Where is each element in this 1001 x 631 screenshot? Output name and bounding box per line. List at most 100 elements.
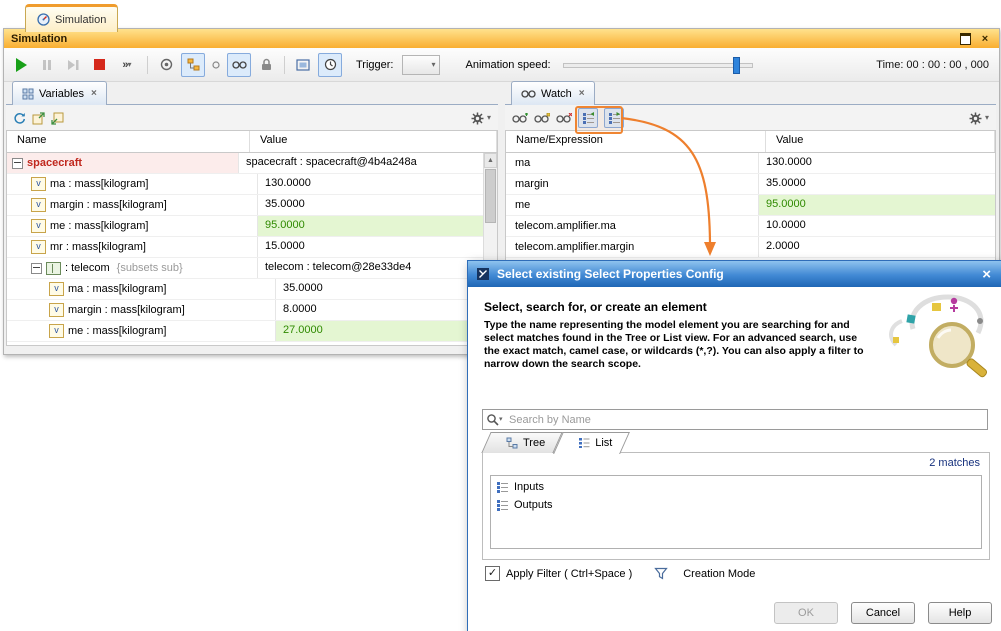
variables-panel: Variables × ▾ Name Val [6,80,498,346]
table-row[interactable]: vma : mass[kilogram]35.0000 [7,279,484,300]
lock-icon[interactable] [255,54,277,76]
list-item[interactable]: Inputs [491,478,981,496]
column-header-value[interactable]: Value [766,131,995,152]
variables-icon [22,88,34,100]
value-cell: 95.0000 [258,216,484,236]
tab-simulation[interactable]: Simulation [25,4,118,32]
properties-config-icon [496,499,509,512]
screen: Simulation Simulation × »▾ [0,0,1001,631]
panel-title: Simulation [11,33,67,45]
time-display: Time: 00 : 00 : 00 , 000 [876,59,993,71]
table-row[interactable]: me95.0000 [506,195,995,216]
table-row[interactable]: margin35.0000 [506,174,995,195]
value-property-icon: v [31,177,46,191]
column-header-name-expression[interactable]: Name/Expression [506,131,766,152]
table-row[interactable]: vma : mass[kilogram]130.0000 [7,174,484,195]
creation-mode-label: Creation Mode [683,568,755,580]
table-row[interactable]: telecom.amplifier.ma10.0000 [506,216,995,237]
row-label: telecom.amplifier.margin [515,238,634,257]
row-label: : telecom [65,259,110,278]
close-tab-icon[interactable]: × [91,88,97,99]
row-label: margin [515,175,549,194]
animation-speed-slider[interactable] [563,57,753,73]
table-row[interactable]: vmr : mass[kilogram]15.0000 [7,237,484,258]
remove-watch-button[interactable] [556,113,572,124]
watch-view-button[interactable] [227,53,251,77]
refresh-button[interactable] [13,112,26,125]
tree-icon [506,437,518,449]
animation-record-icon[interactable] [292,54,314,76]
dialog-icon [476,267,490,281]
value-cell: 2.0000 [759,237,995,257]
clock-button[interactable] [318,53,342,77]
collapse-icon[interactable] [12,158,23,169]
table-row[interactable]: spacecraftspacecraft : spacecraft@4b4a24… [7,153,484,174]
float-window-icon[interactable] [958,32,972,46]
simulation-header: Simulation × [4,29,999,48]
pause-button[interactable] [36,54,58,76]
toolbar-overflow-button[interactable]: »▾ [114,54,140,76]
value-cell: 35.0000 [276,279,484,299]
close-icon[interactable]: × [978,32,992,46]
table-row[interactable]: telecom.amplifier.margin 2.0000 [506,237,995,258]
tab-watch[interactable]: Watch × [511,81,595,105]
scrollbar-up-button[interactable]: ▲ [484,153,497,168]
variables-tab-bar: Variables × [6,80,498,105]
filter-icon[interactable] [654,567,668,580]
gear-caret-icon[interactable]: ▾ [985,114,989,122]
slider-thumb[interactable] [733,57,740,74]
tab-label: Variables [39,88,84,100]
table-row[interactable]: vme : mass[kilogram]27.0000 [7,321,484,342]
step-button[interactable] [62,54,84,76]
properties-config-icon [496,481,509,494]
search-options-caret-icon[interactable]: ▾ [499,415,503,423]
help-button[interactable]: Help [928,602,992,624]
column-header-value[interactable]: Value [250,131,497,152]
dialog-results-list[interactable]: Inputs Outputs [490,475,982,549]
cancel-button[interactable]: Cancel [851,602,915,624]
collapse-icon[interactable] [31,263,42,274]
gear-icon[interactable] [969,112,982,125]
select-properties-config-dialog: Select existing Select Properties Config… [467,260,1001,631]
table-row[interactable]: : telecom{subsets sub}telecom : telecom@… [7,258,484,279]
dialog-title: Select existing Select Properties Config [497,267,724,281]
list-item-label: Inputs [514,481,544,493]
results-group: 2 matches InputsOutputs [482,452,990,560]
close-tab-icon[interactable]: × [579,88,585,99]
row-label: telecom.amplifier.ma [515,217,616,236]
list-item[interactable]: Outputs [491,496,981,514]
add-watch-button[interactable] [512,113,528,124]
ok-button[interactable]: OK [774,602,838,624]
gear-icon[interactable] [471,112,484,125]
gear-caret-icon[interactable]: ▾ [487,114,491,122]
table-row[interactable]: ma130.0000 [506,153,995,174]
tab-variables[interactable]: Variables × [12,81,107,105]
table-row[interactable]: vmargin : mass[kilogram]35.0000 [7,195,484,216]
table-row[interactable]: vme : mass[kilogram]95.0000 [7,216,484,237]
search-input[interactable] [482,409,988,430]
trigger-select[interactable]: ▾ [402,55,440,75]
tab-tree[interactable]: Tree [486,432,558,453]
import-button[interactable] [51,112,64,125]
row-label: margin : mass[kilogram] [68,301,185,320]
table-row[interactable]: vmargin : mass[kilogram]8.0000 [7,300,484,321]
value-property-icon: v [49,282,64,296]
options-icon[interactable] [155,54,177,76]
row-label: ma [515,154,530,173]
export-button[interactable] [32,112,45,125]
play-button[interactable] [10,54,32,76]
column-header-name[interactable]: Name [7,131,250,152]
watch-icon [521,89,536,99]
dialog-description: Type the name representing the model ele… [484,319,866,371]
close-icon[interactable]: × [979,267,994,282]
tab-list[interactable]: List [558,432,625,453]
show-tree-button[interactable] [181,53,205,77]
search-icon[interactable] [486,413,499,426]
edit-watch-button[interactable] [534,113,550,124]
stop-button[interactable] [88,54,110,76]
apply-filter-checkbox[interactable]: ✓ [485,566,500,581]
name-cell: vmargin : mass[kilogram] [7,300,276,320]
breakpoint-icon[interactable] [209,54,223,76]
value-cell: 35.0000 [258,195,484,215]
scrollbar-thumb[interactable] [485,169,496,223]
